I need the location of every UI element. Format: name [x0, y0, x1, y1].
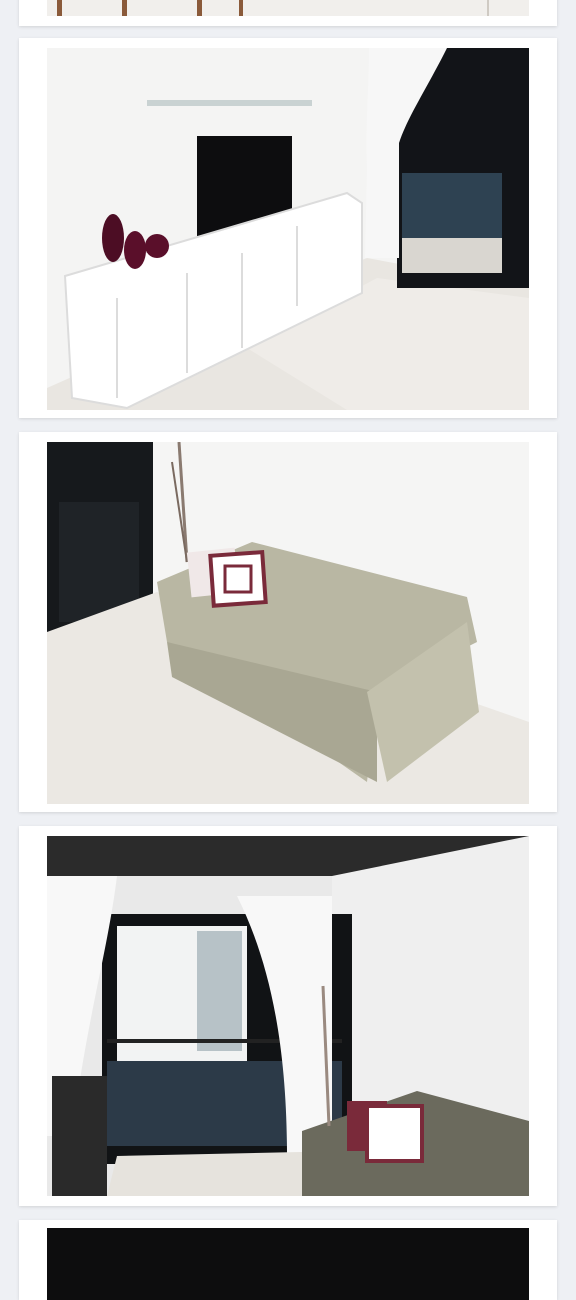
- photo-image[interactable]: [47, 836, 529, 1196]
- photo-image[interactable]: [47, 0, 529, 16]
- photo-card[interactable]: [19, 826, 557, 1206]
- photo-card[interactable]: [19, 432, 557, 812]
- photo-image[interactable]: [47, 442, 529, 804]
- photo-gallery: [0, 0, 576, 1300]
- photo-card[interactable]: [19, 0, 557, 26]
- photo-image[interactable]: [47, 48, 529, 410]
- photo-card[interactable]: [19, 38, 557, 418]
- photo-card[interactable]: [19, 1220, 557, 1300]
- photo-image[interactable]: [47, 1228, 529, 1300]
